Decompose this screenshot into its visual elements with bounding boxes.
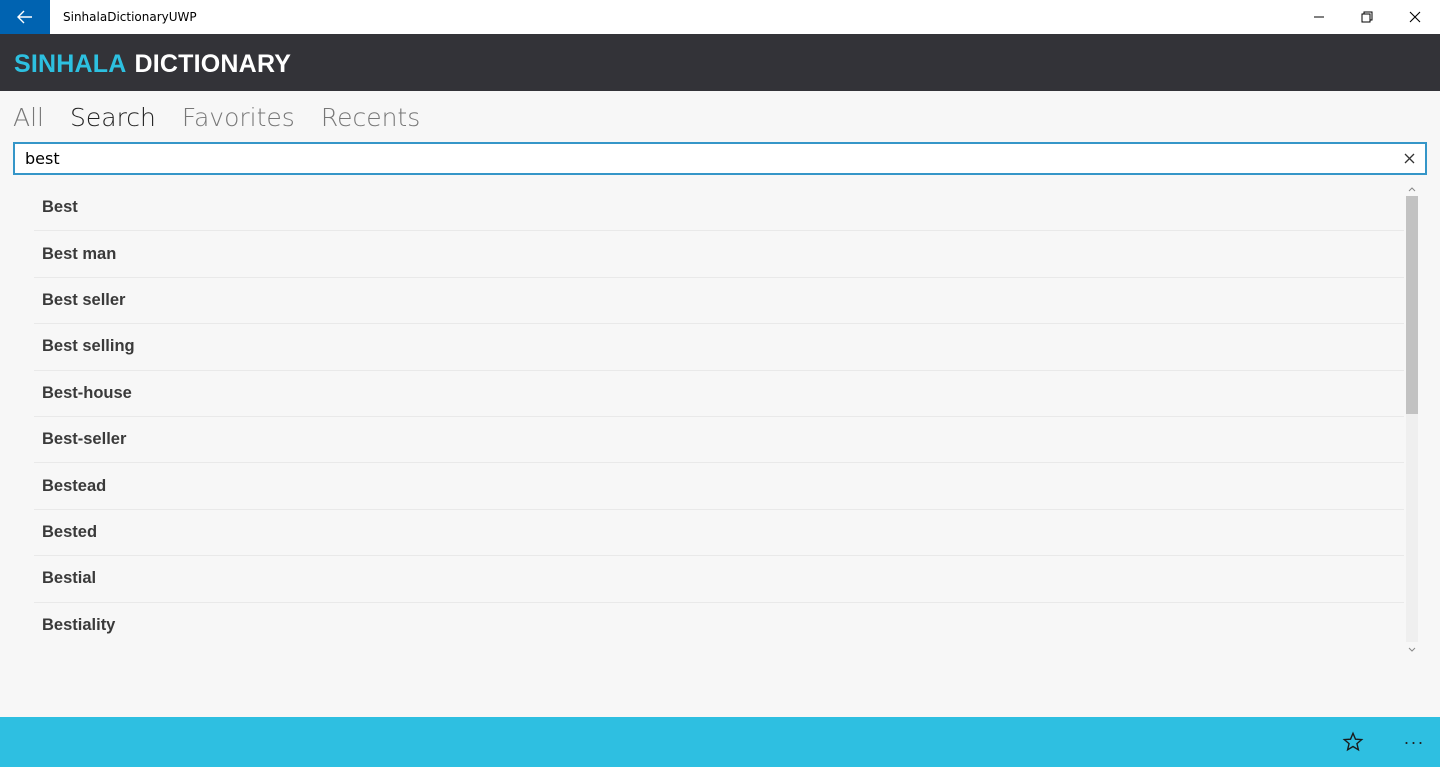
list-item-label: Best-house [42,383,132,402]
arrow-left-icon [17,10,32,24]
chevron-down-icon [1408,647,1416,652]
list-item[interactable]: Best-seller [34,417,1404,464]
app-header: SINHALA DICTIONARY [0,34,1440,91]
search-box [13,142,1427,175]
back-button[interactable] [0,0,50,34]
scroll-up-button[interactable] [1406,183,1418,195]
search-input[interactable] [25,144,1385,173]
list-item-label: Best selling [42,337,135,356]
list-item[interactable]: Best man [34,231,1404,278]
list-item[interactable]: Bestial [34,556,1404,603]
close-icon [1409,11,1421,23]
scroll-thumb[interactable] [1406,196,1418,414]
results-scrollbar[interactable] [1404,183,1420,655]
app-title: SinhalaDictionaryUWP [63,10,197,24]
restore-button[interactable] [1344,0,1390,34]
more-icon: ··· [1403,731,1425,752]
results-list: Best Best man Best seller Best selling B… [34,185,1404,647]
tab-all[interactable]: All [13,100,44,136]
list-item-label: Bestial [42,569,97,588]
close-button[interactable] [1392,0,1438,34]
minimize-icon [1314,16,1324,18]
star-icon [1342,731,1364,752]
tab-favorites[interactable]: Favorites [182,100,295,136]
list-item[interactable]: Bested [34,510,1404,557]
tab-bar: All Search Favorites Recents [13,100,446,136]
title-bar: SinhalaDictionaryUWP [0,0,1440,34]
list-item-label: Bested [42,522,98,541]
scroll-down-button[interactable] [1406,643,1418,655]
list-item[interactable]: Best selling [34,324,1404,371]
list-item[interactable]: Best [34,185,1404,232]
more-button[interactable]: ··· [1396,727,1432,757]
favorite-button[interactable] [1336,727,1370,757]
tab-recents[interactable]: Recents [321,100,420,136]
clear-icon [1404,153,1414,163]
list-item[interactable]: Bestiality [34,603,1404,647]
chevron-up-icon [1408,186,1416,191]
list-item-label: Best man [42,244,117,263]
minimize-button[interactable] [1296,0,1342,34]
logo-part-dictionary: DICTIONARY [134,50,292,78]
list-item-label: Best seller [42,290,126,309]
list-item[interactable]: Bestead [34,463,1404,510]
logo-part-sinhala: SINHALA [14,50,127,78]
bottom-app-bar: ··· [0,717,1440,767]
list-item-label: Best-seller [42,430,127,449]
list-item-label: Best [42,198,78,217]
clear-search-button[interactable] [1399,148,1419,168]
scroll-track[interactable] [1406,196,1418,642]
list-item-label: Bestead [42,476,107,495]
list-item[interactable]: Best seller [34,278,1404,325]
restore-icon [1361,11,1373,23]
list-item[interactable]: Best-house [34,371,1404,417]
list-item-label: Bestiality [42,615,116,634]
tab-search[interactable]: Search [70,100,156,136]
app-logo: SINHALA DICTIONARY [14,34,291,91]
